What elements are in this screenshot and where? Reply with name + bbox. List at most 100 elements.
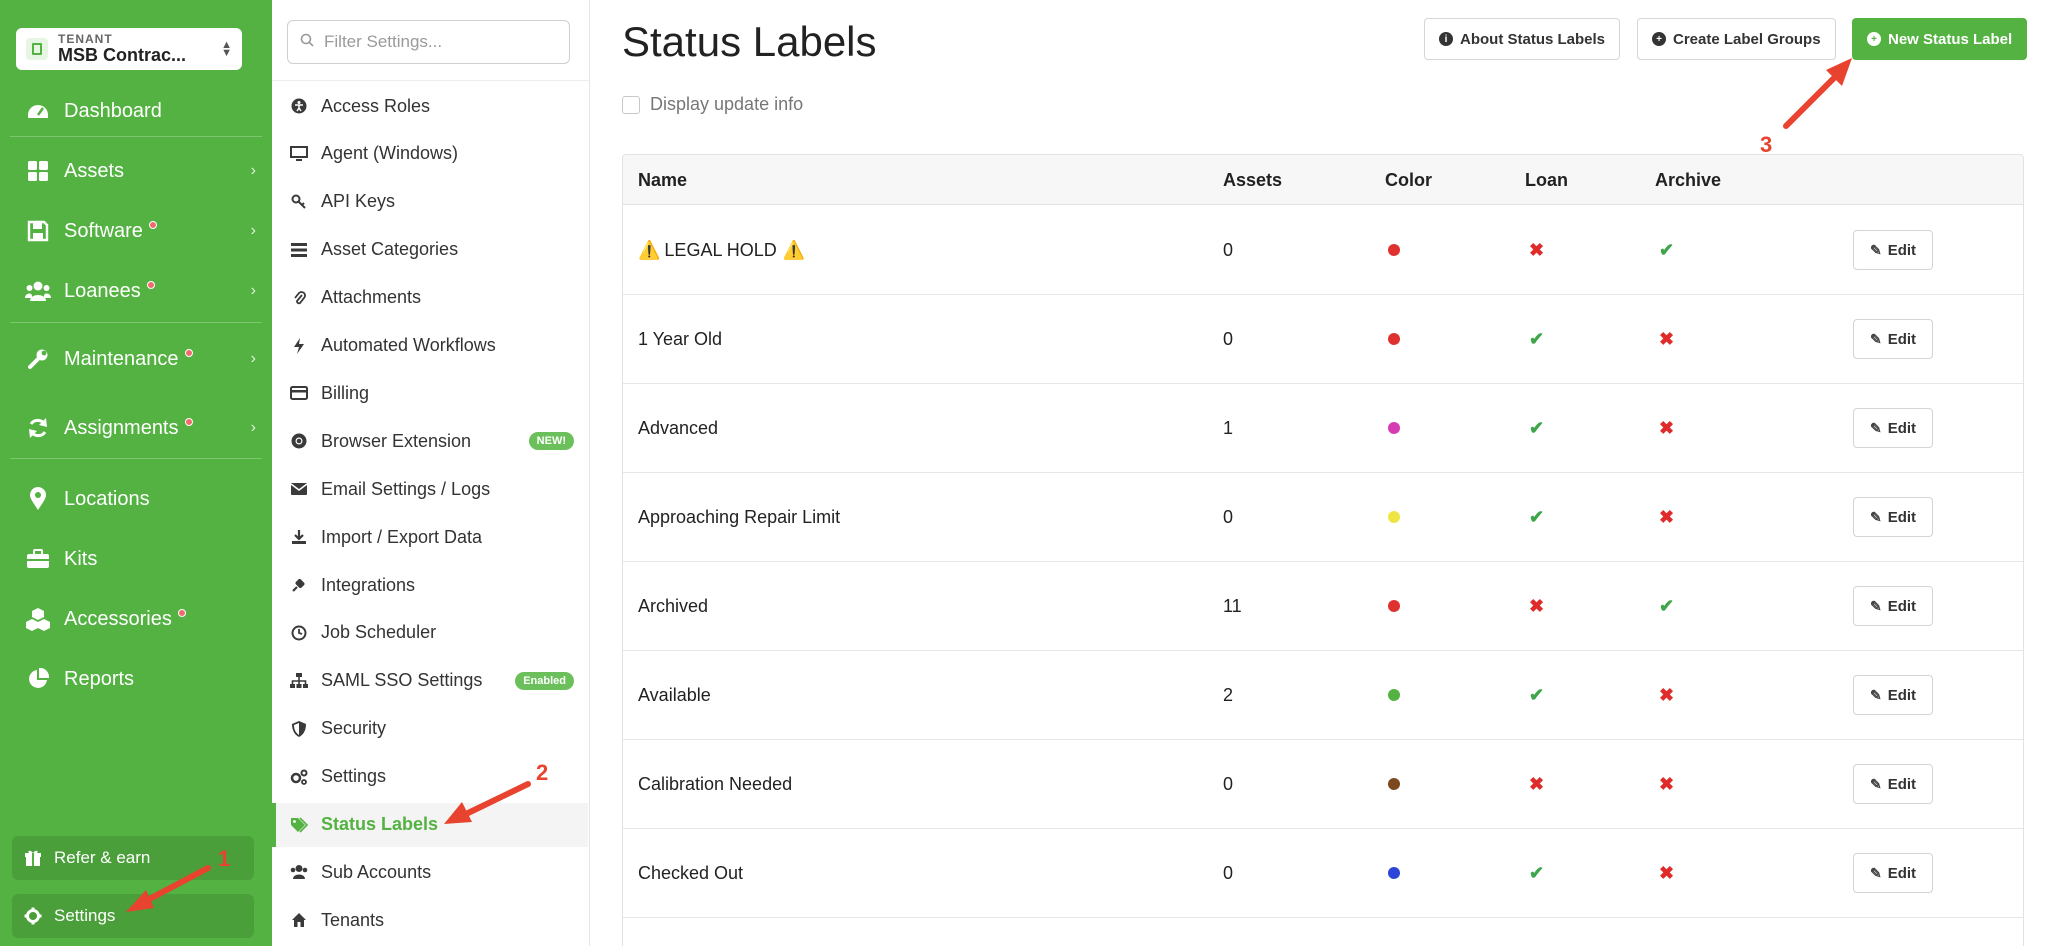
nav-item-accessories[interactable]: Accessories xyxy=(0,596,272,642)
row-actions-cell: ✎ Edit xyxy=(1853,206,1933,294)
submenu-item-tenants[interactable]: Tenants xyxy=(272,898,588,942)
submenu-item-agent-windows[interactable]: Agent (Windows) xyxy=(272,132,588,176)
submenu-item-billing[interactable]: Billing xyxy=(272,371,588,415)
nav-item-reports[interactable]: Reports xyxy=(0,656,272,702)
filter-settings-input[interactable] xyxy=(324,32,564,52)
nav-item-loanees[interactable]: Loanees › xyxy=(0,268,272,314)
info-circle-icon: i xyxy=(1439,32,1453,46)
display-update-info-toggle[interactable]: Display update info xyxy=(622,94,803,115)
create-label-groups-label: Create Label Groups xyxy=(1673,30,1821,48)
main-sidebar: TENANT MSB Contrac... ▲ ▼ Dashboard Assets… xyxy=(0,0,272,946)
wrench-icon xyxy=(24,345,52,373)
submenu-item-saml-sso-settings[interactable]: SAML SSO Settings Enabled xyxy=(272,659,588,703)
column-header-color[interactable]: Color xyxy=(1385,170,1432,191)
display-update-info-checkbox[interactable] xyxy=(622,95,640,114)
row-archive-cell: ✖ xyxy=(1659,651,1674,739)
refer-earn-label: Refer & earn xyxy=(54,848,151,867)
chrome-icon xyxy=(289,433,309,449)
nav-item-label: Dashboard xyxy=(64,99,162,122)
nav-item-assets[interactable]: Assets › xyxy=(0,148,272,194)
settings-button[interactable]: Settings xyxy=(12,894,254,938)
nav-item-label: Locations xyxy=(64,487,150,510)
create-label-groups-button[interactable]: + Create Label Groups xyxy=(1637,18,1836,60)
nav-item-maintenance[interactable]: Maintenance › xyxy=(0,336,272,382)
pie-chart-icon xyxy=(24,665,52,693)
column-header-assets[interactable]: Assets xyxy=(1223,170,1282,191)
edit-button[interactable]: ✎ Edit xyxy=(1853,497,1933,537)
submenu-badge: NEW! xyxy=(528,432,574,451)
nav-divider xyxy=(10,458,262,459)
row-actions-cell: ✎ Edit xyxy=(1853,295,1933,383)
nav-item-label: Maintenance xyxy=(64,347,179,370)
edit-button[interactable]: ✎ Edit xyxy=(1853,764,1933,804)
edit-label: Edit xyxy=(1887,330,1917,348)
submenu-item-security[interactable]: Security xyxy=(272,707,588,751)
about-status-labels-button[interactable]: i About Status Labels xyxy=(1424,18,1621,60)
new-status-label-button[interactable]: + New Status Label xyxy=(1852,18,2028,60)
paperclip-icon xyxy=(289,290,309,306)
row-name-cell: Archived xyxy=(638,562,708,650)
row-assets-count: 0 xyxy=(1223,328,1234,349)
edit-button[interactable]: ✎ Edit xyxy=(1853,675,1933,715)
submenu-item-integrations[interactable]: Integrations xyxy=(272,563,588,607)
nav-item-locations[interactable]: Locations xyxy=(0,476,272,522)
submenu-item-attachments[interactable]: Attachments xyxy=(272,276,588,320)
edit-label: Edit xyxy=(1887,864,1917,882)
row-loan-cell: ✔ xyxy=(1529,295,1544,383)
submenu-item-api-keys[interactable]: API Keys xyxy=(272,180,588,224)
submenu-item-label: Browser Extension xyxy=(321,430,472,451)
edit-button[interactable]: ✎ Edit xyxy=(1853,586,1933,626)
notification-dot xyxy=(184,418,193,426)
nav-item-software[interactable]: Software › xyxy=(0,208,272,254)
nav-item-dashboard[interactable]: Dashboard xyxy=(0,88,272,134)
table-row: Archived 11 ✖ ✔ ✎ Edit xyxy=(623,562,2023,651)
submenu-item-browser-extension[interactable]: Browser Extension NEW! xyxy=(272,419,588,463)
submenu-item-label: Settings xyxy=(321,766,387,787)
row-name-cell: Available xyxy=(638,651,711,739)
submenu-item-job-scheduler[interactable]: Job Scheduler xyxy=(272,611,588,655)
tenant-switcher[interactable]: TENANT MSB Contrac... ▲ ▼ xyxy=(16,28,242,70)
submenu-item-email-settings-logs[interactable]: Email Settings / Logs xyxy=(272,467,588,511)
nav-item-kits[interactable]: Kits xyxy=(0,536,272,582)
map-pin-icon xyxy=(24,485,52,513)
building-icon xyxy=(26,38,48,60)
submenu-item-sub-accounts[interactable]: Sub Accounts xyxy=(272,850,588,894)
edit-icon: ✎ xyxy=(1869,241,1882,258)
submenu-item-access-roles[interactable]: Access Roles xyxy=(272,84,588,128)
nav-item-assignments[interactable]: Assignments › xyxy=(0,405,272,451)
cogs-icon xyxy=(289,769,309,785)
chevron-right-icon: › xyxy=(250,222,256,239)
cross-icon: ✖ xyxy=(1659,506,1675,527)
status-label-name: LEGAL HOLD xyxy=(664,239,777,260)
edit-button[interactable]: ✎ Edit xyxy=(1853,319,1933,359)
search-icon xyxy=(300,33,314,52)
edit-button[interactable]: ✎ Edit xyxy=(1853,230,1933,270)
submenu-item-asset-categories[interactable]: Asset Categories xyxy=(272,228,588,272)
shield-icon xyxy=(289,720,309,737)
row-actions-cell: ✎ Edit xyxy=(1853,829,1933,917)
color-swatch xyxy=(1388,600,1400,612)
row-name-cell: Checked Out xyxy=(638,829,743,917)
submenu-item-automated-workflows[interactable]: Automated Workflows xyxy=(272,324,588,368)
sitemap-icon xyxy=(289,672,309,689)
edit-label: Edit xyxy=(1887,597,1917,615)
status-label-name: Archived xyxy=(638,595,709,616)
cross-icon: ✖ xyxy=(1529,595,1545,616)
column-header-archive[interactable]: Archive xyxy=(1655,170,1721,191)
edit-button[interactable]: ✎ Edit xyxy=(1853,853,1933,893)
filter-settings-field[interactable] xyxy=(287,20,570,64)
app-window: TENANT MSB Contrac... ▲ ▼ Dashboard Assets… xyxy=(0,0,2048,946)
edit-label: Edit xyxy=(1887,241,1917,259)
column-header-name[interactable]: Name xyxy=(638,170,687,191)
row-name-cell: Approaching Repair Limit xyxy=(638,473,840,561)
table-row: Approaching Repair Limit 0 ✔ ✖ ✎ Edit xyxy=(623,473,2023,562)
submenu-item-import-export-data[interactable]: Import / Export Data xyxy=(272,515,588,559)
edit-label: Edit xyxy=(1887,508,1917,526)
edit-button[interactable]: ✎ Edit xyxy=(1853,408,1933,448)
submenu-item-status-labels[interactable]: Status Labels xyxy=(272,802,588,847)
column-header-loan[interactable]: Loan xyxy=(1525,170,1568,191)
credit-card-icon xyxy=(289,386,309,401)
chevron-right-icon: › xyxy=(250,419,256,436)
row-loan-cell: ✔ xyxy=(1529,651,1544,739)
submenu-item-label: Integrations xyxy=(321,574,416,595)
